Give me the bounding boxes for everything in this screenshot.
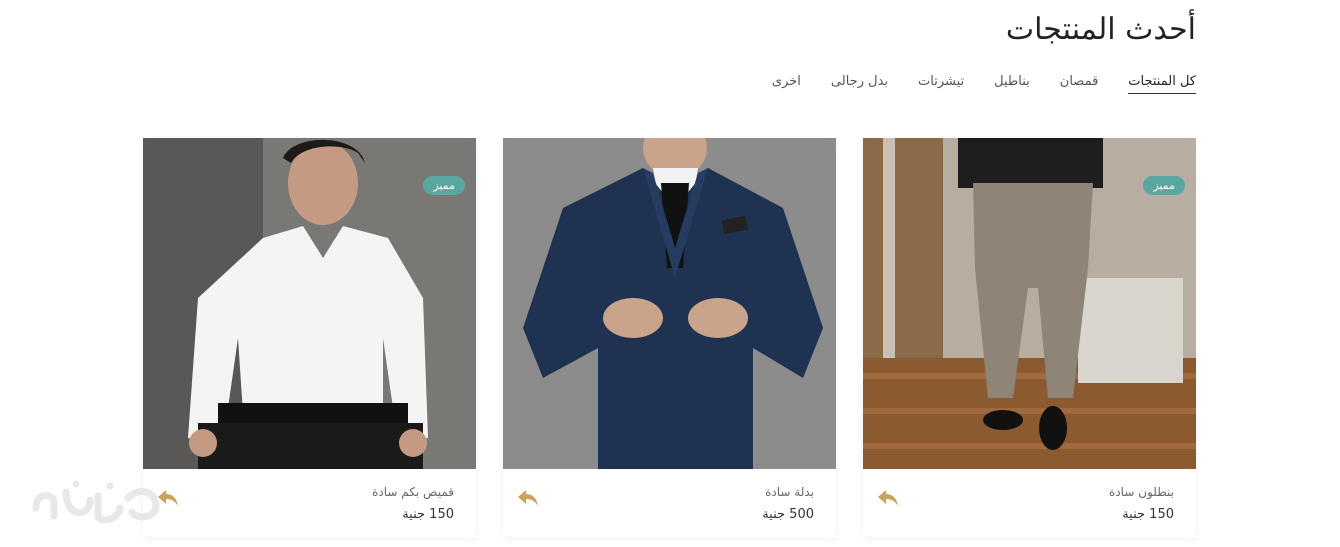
product-name[interactable]: بنطلون سادة [1109, 485, 1174, 499]
watermark-logo [28, 478, 168, 528]
featured-badge: مميز [1143, 176, 1185, 195]
filter-shirts[interactable]: قمصان [1060, 74, 1099, 94]
product-price: 150 جنية [402, 507, 454, 522]
product-grid: مميز بنطلون سادة 150 جنية بدلة سادة 500 … [143, 138, 1196, 537]
filter-suits[interactable]: بدل رجالى [831, 74, 888, 94]
product-name[interactable]: بدلة سادة [765, 485, 814, 499]
product-image-shirt[interactable]: مميز [143, 138, 476, 469]
product-image-trousers[interactable]: مميز [863, 138, 1196, 469]
section-title: أحدث المنتجات [1005, 12, 1196, 47]
filter-pants[interactable]: بناطيل [994, 74, 1030, 94]
category-filters: كل المنتجات قمصان بناطيل تيشرتات بدل رجا… [742, 74, 1196, 94]
product-price: 150 جنية [1122, 507, 1174, 522]
share-icon[interactable] [877, 489, 899, 507]
filter-other[interactable]: اخرى [772, 74, 801, 94]
product-price: 500 جنية [762, 507, 814, 522]
product-image-suit[interactable] [503, 138, 836, 469]
product-card[interactable]: مميز قميص بكم سادة 150 جنية [143, 138, 476, 537]
product-name[interactable]: قميص بكم سادة [372, 485, 454, 499]
filter-all[interactable]: كل المنتجات [1128, 74, 1196, 94]
product-card[interactable]: مميز بنطلون سادة 150 جنية [863, 138, 1196, 537]
product-card[interactable]: بدلة سادة 500 جنية [503, 138, 836, 537]
featured-badge: مميز [423, 176, 465, 195]
filter-tshirts[interactable]: تيشرتات [918, 74, 964, 94]
share-icon[interactable] [517, 489, 539, 507]
